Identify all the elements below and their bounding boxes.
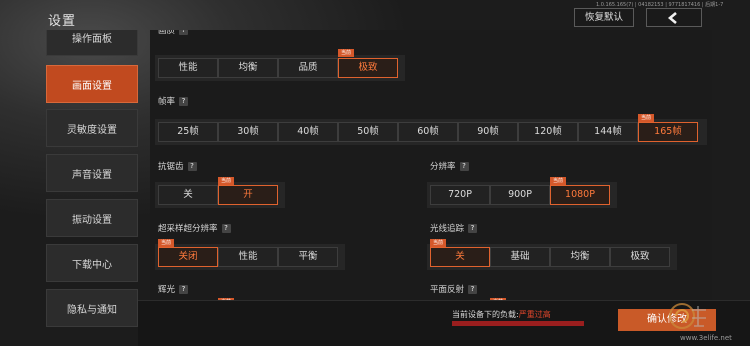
framerate-option-40[interactable]: 40帧	[278, 122, 338, 142]
reflection-label: 平面反射?	[430, 283, 478, 295]
framerate-option-144[interactable]: 144帧	[578, 122, 638, 142]
framerate-option-50[interactable]: 50帧	[338, 122, 398, 142]
resolution-label: 分辨率?	[430, 160, 469, 172]
quality-label: 画质?	[158, 30, 189, 36]
framerate-option-30[interactable]: 30帧	[218, 122, 278, 142]
settings-sidebar: 操作面板 画面设置 灵敏度设置 声音设置 振动设置 下载中心 隐私与通知	[46, 30, 138, 346]
supersampling-option-performance[interactable]: 性能	[218, 247, 278, 267]
sidebar-item-label: 声音设置	[72, 169, 112, 181]
watermark-logo-icon	[669, 303, 706, 329]
sidebar-item-label: 画面设置	[72, 80, 112, 92]
watermark-site: www.3elife.net	[680, 334, 732, 342]
reflection-label-text: 平面反射	[430, 285, 465, 295]
sidebar-item-label: 振动设置	[72, 214, 112, 226]
sidebar-item-label: 下载中心	[72, 259, 112, 271]
raytracing-label-text: 光线追踪	[430, 224, 465, 234]
supersampling-option-balanced[interactable]: 平衡	[278, 247, 338, 267]
device-load-value: 严重过高	[518, 310, 551, 319]
sidebar-item-vibration[interactable]: 振动设置	[46, 199, 138, 237]
device-load-label-text: 当前设备下的负载:	[452, 310, 519, 319]
bloom-label: 辉光?	[158, 283, 189, 295]
framerate-option-25[interactable]: 25帧	[158, 122, 218, 142]
help-icon[interactable]: ?	[179, 30, 189, 35]
raytracing-label: 光线追踪?	[430, 222, 478, 234]
current-badge: 当前	[430, 239, 447, 247]
footer-bar: 当前设备下的负载:严重过高 确认修改	[138, 300, 750, 346]
build-version: 1.0.165.165(7) | 04182153 | 9771817416 |…	[596, 2, 724, 8]
antialias-option-on[interactable]: 开	[218, 185, 278, 205]
raytracing-option-basic[interactable]: 基础	[490, 247, 550, 267]
device-load-bar-fill	[452, 321, 584, 326]
current-badge: 当前	[550, 177, 567, 185]
framerate-option-90[interactable]: 90帧	[458, 122, 518, 142]
sidebar-item-label: 隐私与通知	[67, 304, 117, 316]
help-icon[interactable]: ?	[468, 284, 478, 294]
resolution-option-900p[interactable]: 900P	[490, 185, 550, 205]
sidebar-item-downloads[interactable]: 下载中心	[46, 244, 138, 282]
raytracing-option-off[interactable]: 关	[430, 247, 490, 267]
resolution-label-text: 分辨率	[430, 162, 456, 172]
resolution-option-1080p[interactable]: 1080P	[550, 185, 610, 205]
antialias-label-text: 抗锯齿	[158, 162, 184, 172]
quality-option-balanced[interactable]: 均衡	[218, 58, 278, 78]
sidebar-item-controls[interactable]: 操作面板	[46, 30, 138, 56]
sidebar-item-graphics[interactable]: 画面设置	[46, 65, 138, 103]
quality-label-text: 画质	[158, 30, 176, 36]
current-badge: 当前	[158, 239, 175, 247]
chevron-left-icon	[667, 11, 677, 24]
framerate-label-text: 帧率	[158, 97, 176, 107]
help-icon[interactable]: ?	[459, 161, 469, 171]
graphics-settings-panel: 画质? 性能 均衡 品质 极致 当前 帧率? 25帧 30帧 40帧 50帧 6…	[150, 30, 712, 305]
device-load-label: 当前设备下的负载:严重过高	[452, 309, 551, 320]
help-icon[interactable]: ?	[468, 223, 478, 233]
sidebar-item-label: 灵敏度设置	[67, 124, 117, 136]
supersampling-label-text: 超采样超分辨率	[158, 224, 218, 234]
resolution-option-720p[interactable]: 720P	[430, 185, 490, 205]
help-icon[interactable]: ?	[179, 96, 189, 106]
supersampling-option-off[interactable]: 关闭	[158, 247, 218, 267]
raytracing-option-extreme[interactable]: 极致	[610, 247, 670, 267]
help-icon[interactable]: ?	[187, 161, 197, 171]
antialias-option-off[interactable]: 关	[158, 185, 218, 205]
quality-option-quality[interactable]: 品质	[278, 58, 338, 78]
back-button[interactable]	[646, 8, 702, 27]
framerate-option-120[interactable]: 120帧	[518, 122, 578, 142]
framerate-label: 帧率?	[158, 95, 189, 107]
sidebar-item-privacy[interactable]: 隐私与通知	[46, 289, 138, 327]
raytracing-option-balanced[interactable]: 均衡	[550, 247, 610, 267]
reset-defaults-button[interactable]: 恢复默认	[574, 8, 634, 27]
sidebar-item-sensitivity[interactable]: 灵敏度设置	[46, 109, 138, 147]
current-badge: 当前	[638, 114, 655, 122]
sidebar-item-label: 操作面板	[72, 33, 112, 45]
framerate-option-165[interactable]: 165帧	[638, 122, 698, 142]
quality-option-performance[interactable]: 性能	[158, 58, 218, 78]
current-badge: 当前	[338, 49, 355, 57]
page-title: 设置	[48, 14, 77, 29]
help-icon[interactable]: ?	[221, 223, 231, 233]
supersampling-label: 超采样超分辨率?	[158, 222, 231, 234]
framerate-option-60[interactable]: 60帧	[398, 122, 458, 142]
quality-option-extreme[interactable]: 极致	[338, 58, 398, 78]
bloom-label-text: 辉光	[158, 285, 176, 295]
sidebar-item-sound[interactable]: 声音设置	[46, 154, 138, 192]
device-load-bar	[452, 321, 584, 326]
current-badge: 当前	[218, 177, 235, 185]
antialias-label: 抗锯齿?	[158, 160, 197, 172]
help-icon[interactable]: ?	[179, 284, 189, 294]
